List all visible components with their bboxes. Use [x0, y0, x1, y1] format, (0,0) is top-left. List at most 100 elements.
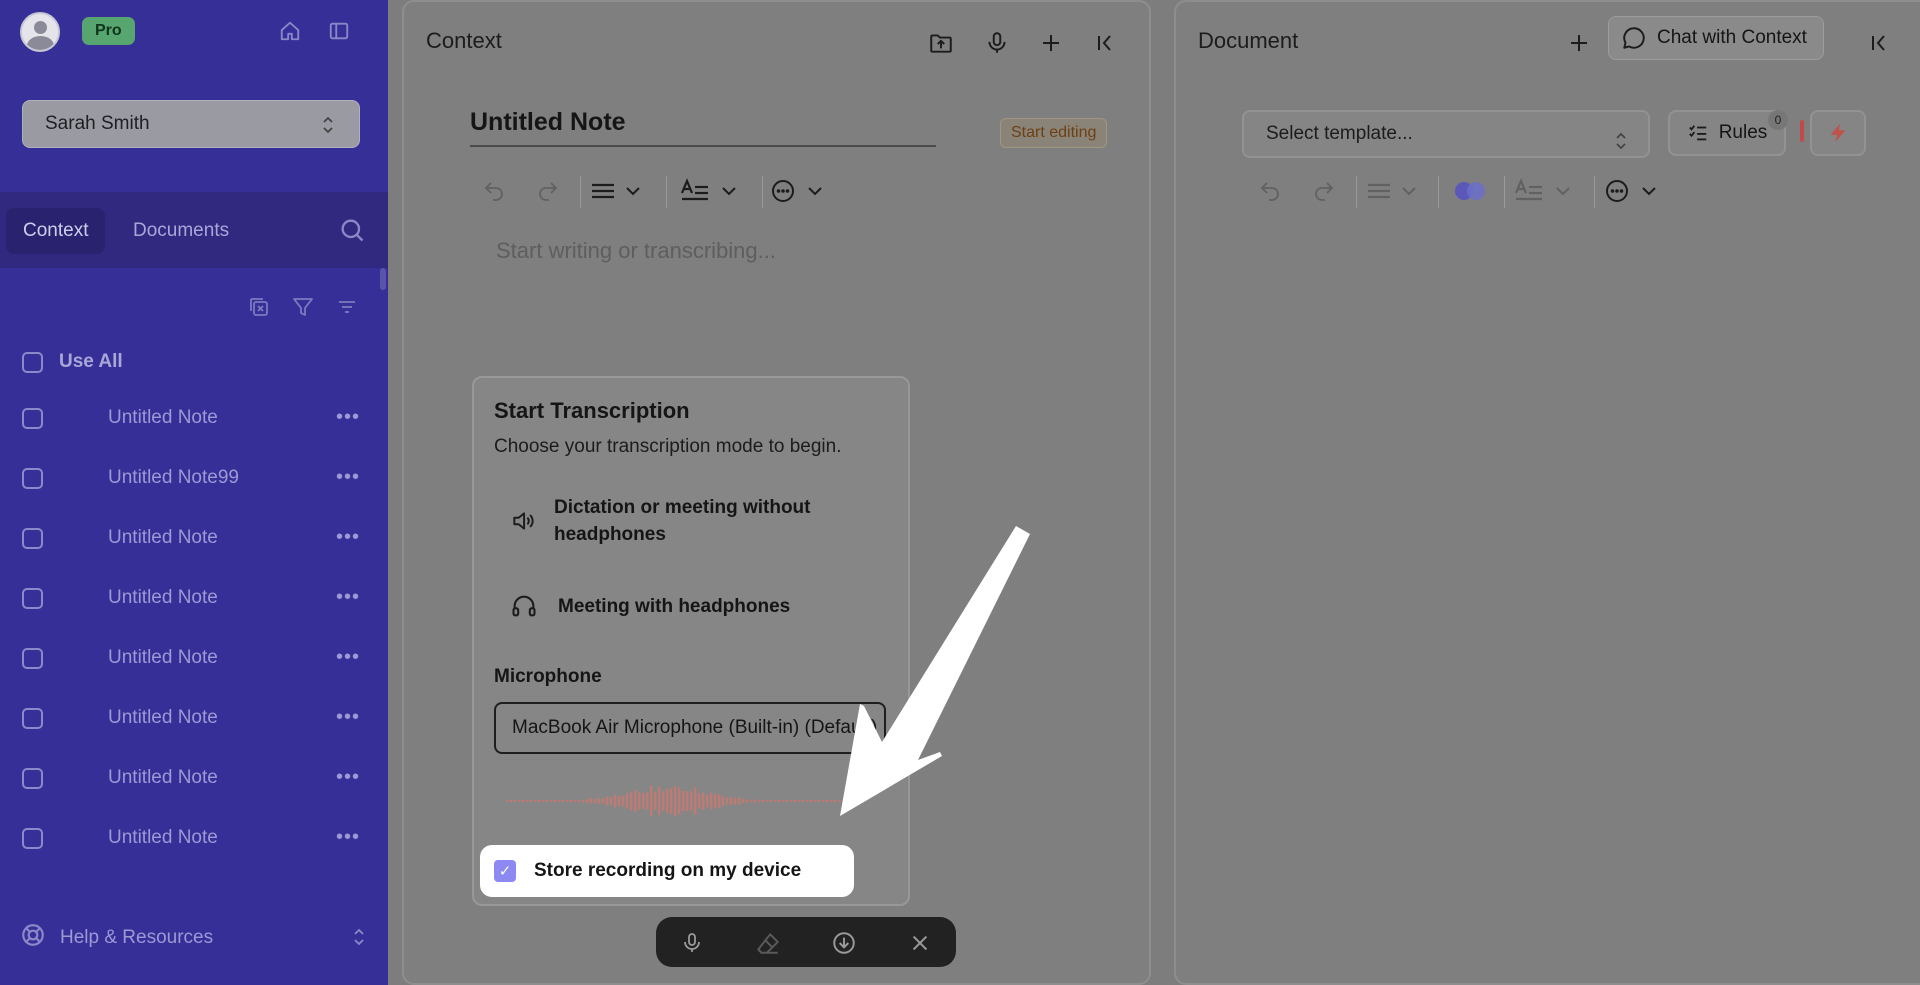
sidebar-tabs: Context Documents	[0, 192, 388, 268]
note-checkbox[interactable]	[22, 647, 43, 669]
use-all-label: Use All	[59, 351, 123, 372]
more-icon[interactable]: •••	[336, 706, 360, 729]
mode-label: Dictation or meeting without	[554, 497, 811, 518]
user-name: Sarah Smith	[45, 113, 150, 134]
align-dropdown[interactable]	[590, 176, 642, 206]
plan-badge: Pro	[82, 17, 135, 45]
rules-count-badge: 0	[1768, 110, 1788, 130]
microphone-icon[interactable]	[678, 929, 706, 957]
tab-context[interactable]: Context	[6, 208, 106, 254]
plus-icon[interactable]	[1564, 28, 1594, 58]
rules-label: Rules	[1718, 122, 1768, 143]
search-icon[interactable]	[338, 216, 366, 249]
sidebar: Pro Sarah Smith Context Documents Use Al…	[0, 0, 388, 985]
note-checkbox[interactable]	[22, 467, 43, 489]
more-icon[interactable]: •••	[336, 526, 360, 549]
note-title: Untitled Note	[108, 407, 218, 428]
quick-action-button[interactable]	[1810, 110, 1866, 156]
align-dropdown[interactable]	[1366, 176, 1418, 206]
store-recording-option[interactable]: ✓ Store recording on my device	[480, 845, 854, 897]
sort-icon[interactable]	[334, 294, 360, 320]
collapse-left-icon[interactable]	[1864, 28, 1894, 58]
ai-blend-icon[interactable]	[1452, 176, 1490, 206]
more-icon[interactable]: •••	[336, 466, 360, 489]
plus-icon[interactable]	[1036, 28, 1066, 58]
use-all-checkbox[interactable]	[22, 351, 43, 373]
redo-icon[interactable]	[536, 176, 560, 206]
collapse-left-icon[interactable]	[1090, 28, 1120, 58]
list-item[interactable]: Untitled Note99 •••	[22, 462, 362, 494]
note-title: Untitled Note	[108, 707, 218, 728]
scrollbar[interactable]	[380, 268, 386, 290]
list-item[interactable]: Untitled Note •••	[22, 642, 362, 674]
mode-dictation[interactable]: Dictation or meeting without headphones	[510, 494, 811, 548]
list-item[interactable]: Untitled Note •••	[22, 702, 362, 734]
list-item[interactable]: Untitled Note •••	[22, 822, 362, 854]
chevron-down-icon	[1554, 182, 1572, 200]
more-icon[interactable]: •••	[336, 406, 360, 429]
list-item[interactable]: Untitled Note •••	[22, 522, 362, 554]
undo-icon[interactable]	[482, 176, 506, 206]
chevron-up-down-icon	[352, 926, 366, 954]
mode-label: headphones	[554, 524, 666, 545]
template-placeholder: Select template...	[1266, 123, 1413, 144]
user-selector[interactable]: Sarah Smith	[22, 100, 360, 148]
note-checkbox[interactable]	[22, 527, 43, 549]
note-checkbox[interactable]	[22, 587, 43, 609]
microphone-label: Microphone	[494, 666, 602, 687]
editor-placeholder[interactable]: Start writing or transcribing...	[496, 238, 776, 264]
text-style-dropdown[interactable]	[680, 176, 738, 206]
lightning-icon	[1827, 121, 1849, 145]
chevron-down-icon	[1400, 182, 1418, 200]
note-checkbox[interactable]	[22, 827, 43, 849]
folder-upload-icon[interactable]	[926, 28, 956, 58]
chevron-down-icon	[1640, 182, 1658, 200]
filter-icon[interactable]	[290, 294, 316, 320]
panel-title: Context	[426, 28, 502, 53]
note-checkbox[interactable]	[22, 707, 43, 729]
start-editing-badge[interactable]: Start editing	[1000, 118, 1108, 148]
template-select[interactable]: Select template...	[1242, 110, 1650, 158]
text-style-dropdown[interactable]	[1514, 176, 1572, 206]
home-icon[interactable]	[277, 18, 303, 44]
mode-label: Meeting with headphones	[558, 595, 791, 617]
checklist-icon	[1687, 122, 1709, 144]
microphone-icon[interactable]	[982, 28, 1012, 58]
note-title-input[interactable]: Untitled Note	[470, 108, 936, 147]
mode-headphones[interactable]: Meeting with headphones	[510, 592, 790, 620]
note-title: Untitled Note	[108, 527, 218, 548]
more-icon[interactable]: •••	[336, 586, 360, 609]
list-item[interactable]: Untitled Note •••	[22, 762, 362, 794]
speaker-icon	[510, 508, 536, 534]
sidebar-toggle-icon[interactable]	[326, 18, 352, 44]
more-options-dropdown[interactable]	[1604, 176, 1658, 206]
store-recording-checkbox[interactable]: ✓	[494, 860, 516, 882]
avatar[interactable]	[20, 12, 60, 52]
clear-selection-icon[interactable]	[246, 294, 272, 320]
note-title: Untitled Note	[108, 587, 218, 608]
chevron-up-down-icon	[1614, 124, 1628, 168]
chat-with-context-button[interactable]: Chat with Context	[1608, 16, 1824, 60]
close-icon[interactable]	[906, 929, 934, 957]
note-title: Untitled Note	[108, 767, 218, 788]
download-icon[interactable]	[830, 929, 858, 957]
microphone-select[interactable]: MacBook Air Microphone (Built-in) (Defau…	[494, 702, 886, 754]
note-title: Untitled Note	[108, 827, 218, 848]
note-checkbox[interactable]	[22, 767, 43, 789]
list-item[interactable]: Untitled Note •••	[22, 582, 362, 614]
use-all-row[interactable]: Use All	[22, 348, 123, 376]
more-options-dropdown[interactable]	[770, 176, 824, 206]
undo-icon[interactable]	[1258, 176, 1282, 206]
tab-documents[interactable]: Documents	[116, 208, 246, 254]
note-checkbox[interactable]	[22, 407, 43, 429]
headphones-icon	[510, 592, 538, 620]
redo-icon[interactable]	[1312, 176, 1336, 206]
help-resources[interactable]: Help & Resources	[20, 924, 366, 952]
store-recording-label: Store recording on my device	[534, 860, 802, 881]
more-icon[interactable]: •••	[336, 766, 360, 789]
card-title: Start Transcription	[494, 398, 690, 423]
more-icon[interactable]: •••	[336, 826, 360, 849]
more-icon[interactable]: •••	[336, 646, 360, 669]
list-item[interactable]: Untitled Note •••	[22, 402, 362, 434]
eraser-icon[interactable]	[754, 929, 782, 957]
